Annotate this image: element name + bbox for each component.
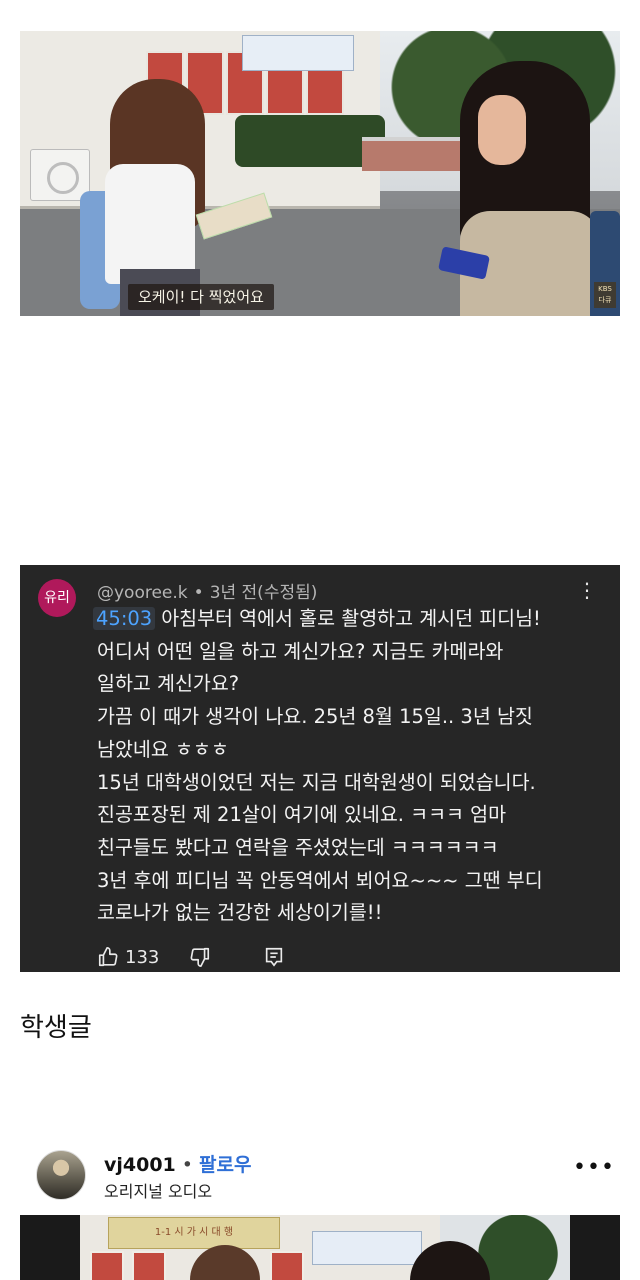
building-banner: 1-1 시 가 시 대 행: [108, 1217, 280, 1249]
building-window: [270, 1251, 304, 1280]
post-user-line: vj4001 • 팔로우: [104, 1150, 251, 1177]
comment-actions: 133: [97, 945, 285, 969]
more-options-icon[interactable]: ⋮: [577, 579, 597, 603]
person-right: [438, 61, 620, 316]
meta-separator: •: [193, 583, 204, 603]
comment-line: 어디서 어떤 일을 하고 계신가요? 지금도 카메라와: [97, 639, 504, 663]
comment-line-text: 아침부터 역에서 홀로 촬영하고 계시던 피디님!: [161, 607, 541, 630]
comment-line: 15년 대학생이었던 저는 지금 대학원생이 되었습니다.: [97, 770, 536, 794]
video-subtitle: 오케이! 다 찍었어요: [128, 284, 274, 310]
comment-line: 일하고 계신가요?: [97, 672, 240, 696]
comment-line: 3년 후에 피디님 꼭 안동역에서 뵈어요~~~ 그땐 부디: [97, 868, 543, 892]
comment-time: 3년 전(수정됨): [209, 583, 318, 603]
building-banner: [242, 35, 354, 71]
username[interactable]: vj4001: [104, 1154, 176, 1176]
like-count: 133: [125, 946, 160, 968]
thumbs-up-icon[interactable]: [97, 946, 119, 968]
comment-line: 남았네요 ㅎㅎㅎ: [97, 737, 229, 761]
follow-button[interactable]: 팔로우: [199, 1154, 251, 1176]
comment-meta: @yooree.k • 3년 전(수정됨): [97, 578, 317, 603]
profile-avatar[interactable]: [36, 1150, 86, 1200]
reply-icon[interactable]: [263, 946, 285, 968]
timestamp-link[interactable]: 45:03: [93, 607, 156, 630]
comment-line: 가끔 이 때가 생각이 나요. 25년 8월 15일.. 3년 남짓: [97, 705, 533, 729]
building-window: [132, 1251, 166, 1280]
comment-text: 45:03 아침부터 역에서 홀로 촬영하고 계시던 피디님! 어디서 어떤 일을…: [93, 603, 607, 930]
comment-line: 진공포장된 제 21살이 여기에 있네요. ㅋㅋㅋ 엄마: [97, 803, 507, 827]
separator: •: [181, 1154, 193, 1176]
face: [478, 95, 526, 165]
building-window: [90, 1251, 124, 1280]
audio-label[interactable]: 오리지널 오디오: [104, 1178, 212, 1202]
comment-line: 코로나가 없는 건강한 세상이기를!!: [97, 901, 383, 925]
comment-line: 친구들도 봤다고 연락을 주셨었는데 ㅋㅋㅋㅋㅋㅋ: [97, 835, 499, 859]
video-frame-2[interactable]: 1-1 시 가 시 대 행: [20, 1215, 620, 1280]
commenter-avatar[interactable]: 유리: [38, 579, 76, 617]
section-title: 학생글: [20, 1013, 92, 1043]
more-options-icon[interactable]: •••: [573, 1157, 614, 1183]
building-banner: [312, 1231, 422, 1265]
comment-line: 45:03 아침부터 역에서 홀로 촬영하고 계시던 피디님!: [93, 603, 607, 636]
channel-logo: KBS 다큐: [594, 282, 616, 308]
channel-logo-line1: KBS: [598, 285, 612, 293]
person-left: [80, 79, 273, 316]
thumbs-down-icon[interactable]: [189, 946, 211, 968]
shirt: [105, 164, 195, 284]
channel-logo-line2: 다큐: [598, 296, 612, 304]
video-frame-1[interactable]: 오케이! 다 찍었어요 KBS 다큐: [20, 31, 620, 316]
comment-card: 유리 @yooree.k • 3년 전(수정됨) ⋮ 45:03 아침부터 역에서 홀…: [20, 565, 620, 972]
comment-author[interactable]: @yooree.k: [97, 583, 188, 603]
